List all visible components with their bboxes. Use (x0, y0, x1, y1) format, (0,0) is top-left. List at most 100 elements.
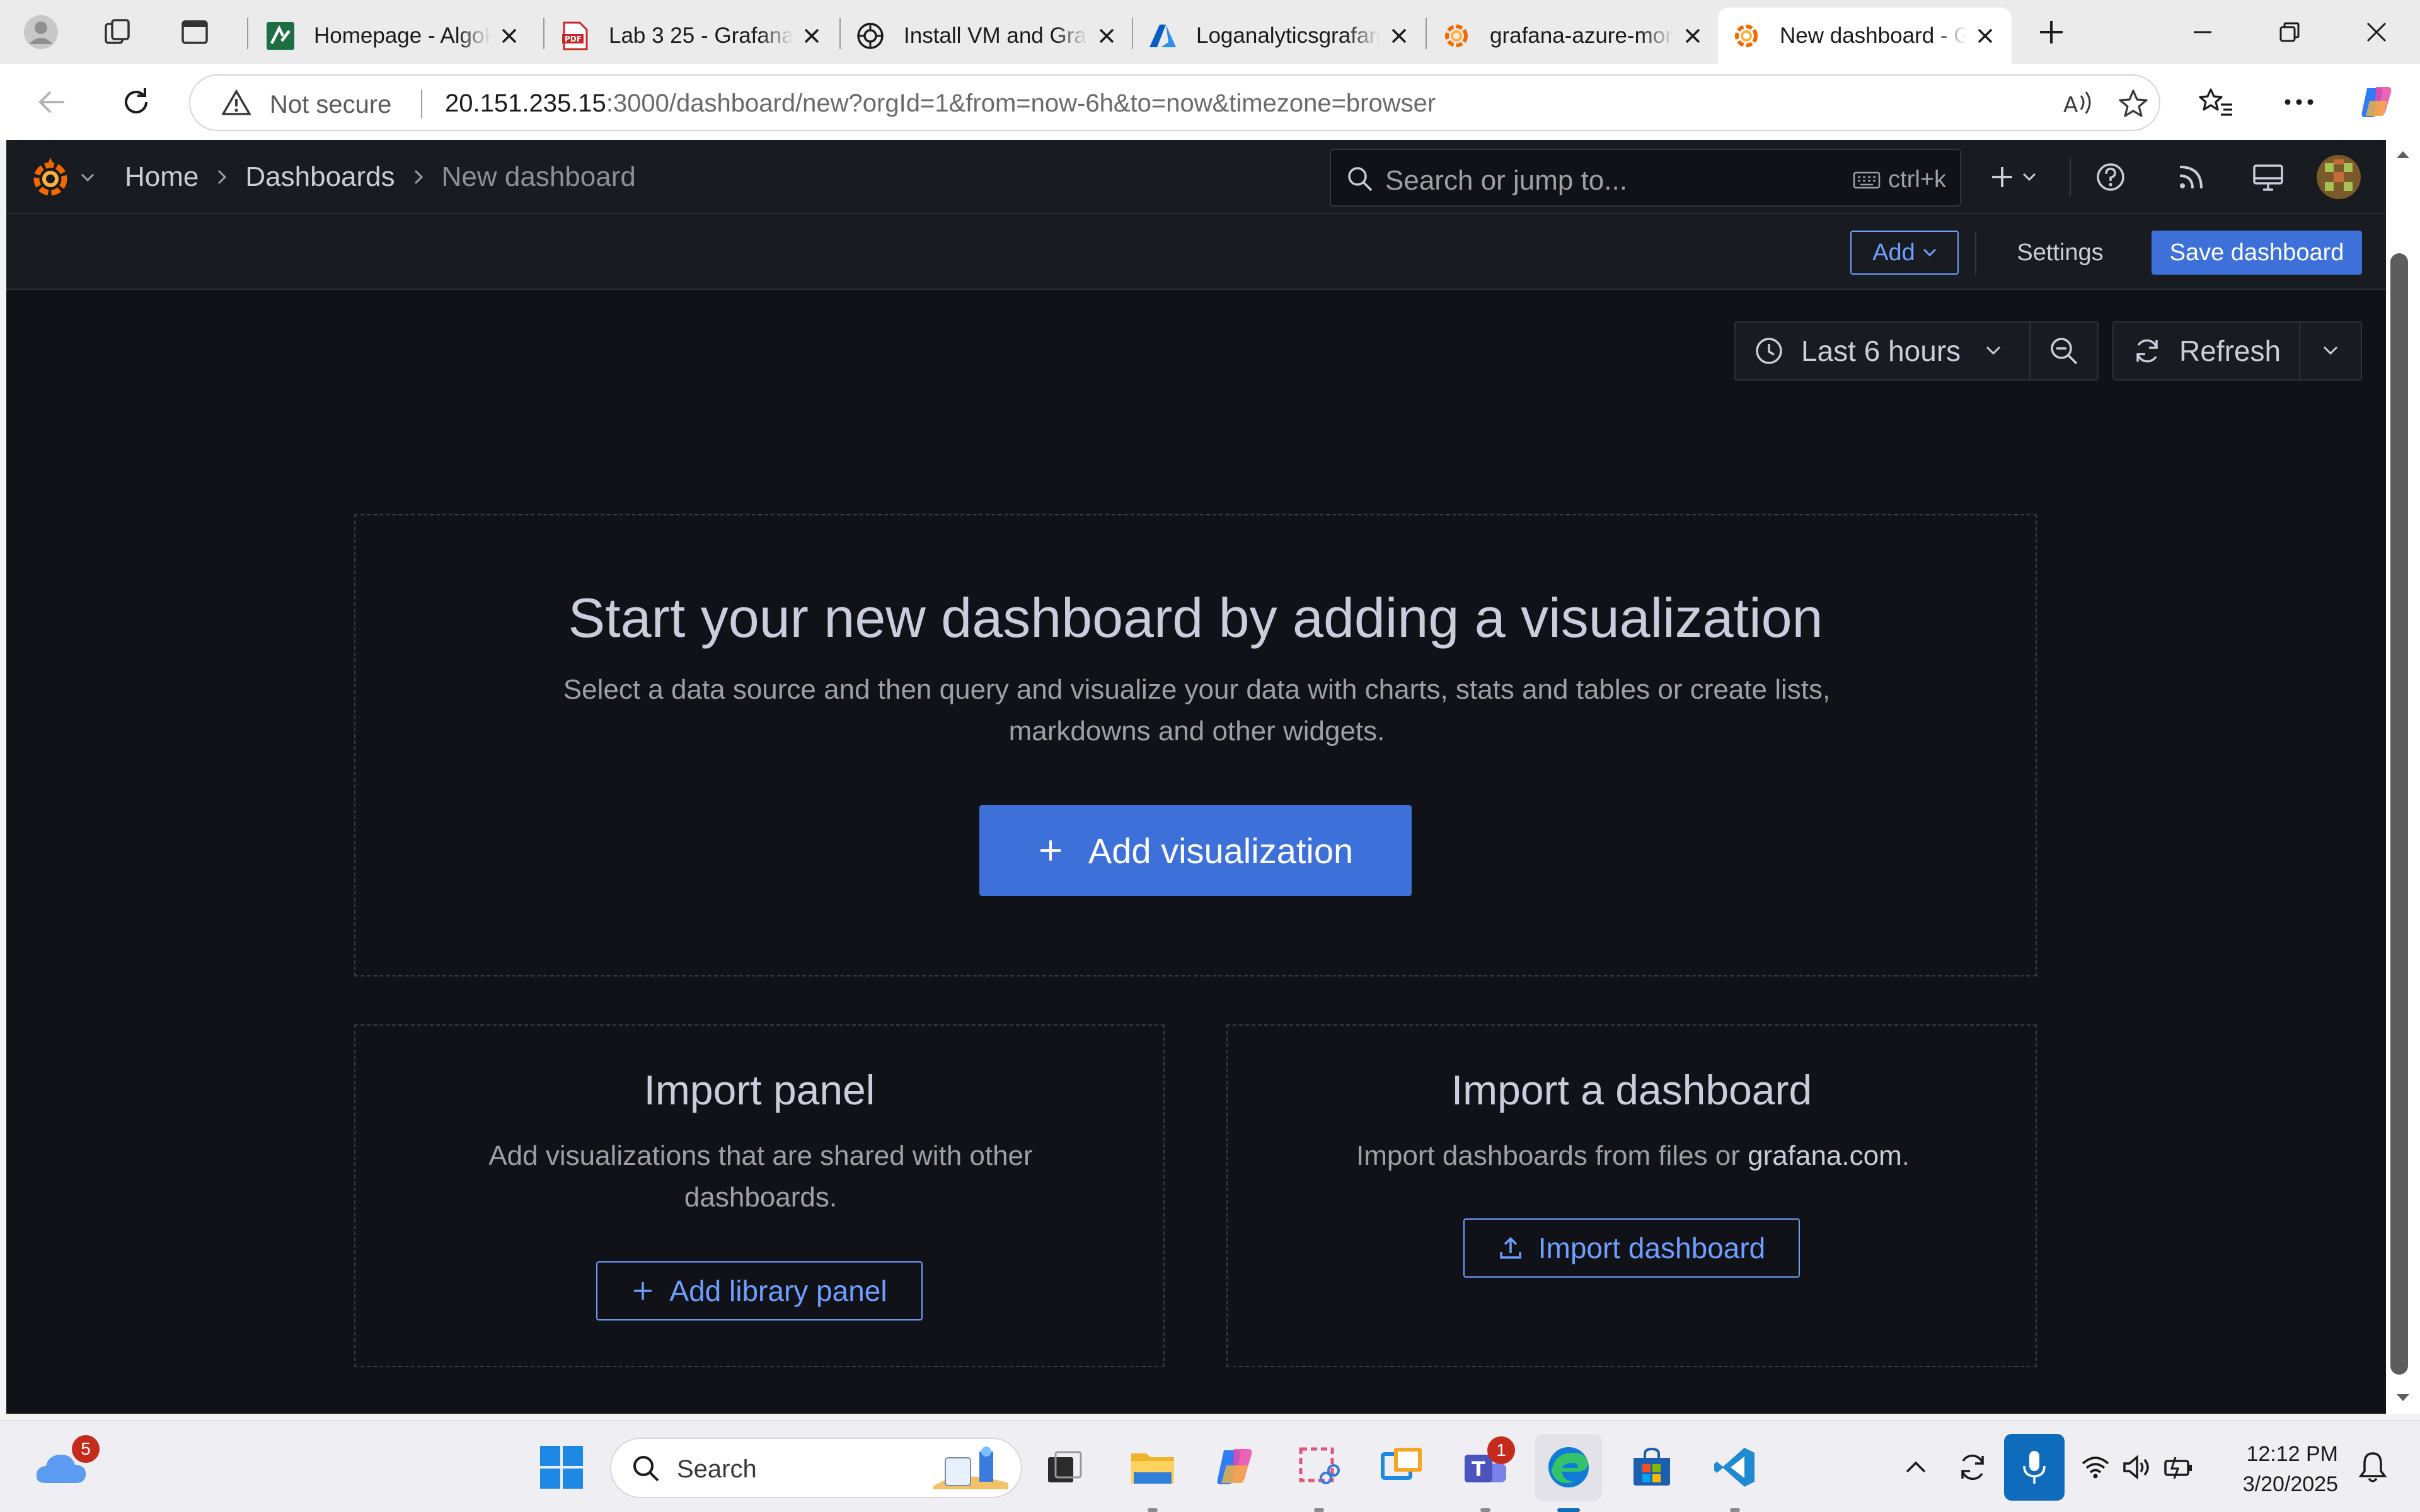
copilot-app-button[interactable] (1202, 1434, 1269, 1501)
snipping-tool-button[interactable] (1286, 1434, 1352, 1512)
teams-button[interactable]: T 1 (1452, 1434, 1519, 1512)
import-dashboard-button[interactable]: Import dashboard (1463, 1218, 1800, 1278)
close-tab-icon[interactable] (1386, 23, 1412, 49)
import-dashboard-description: Import dashboards from files or grafana.… (1356, 1140, 1910, 1171)
minimize-button[interactable] (2159, 0, 2246, 64)
scrollbar-thumb[interactable] (2390, 253, 2408, 1375)
task-view-button[interactable] (1031, 1434, 1098, 1501)
close-window-button[interactable] (2333, 0, 2420, 64)
help-button[interactable] (2090, 156, 2131, 198)
microsoft-store-button[interactable] (1618, 1434, 1685, 1501)
search-placeholder: Search or jump to... (1385, 165, 1627, 196)
search-shortcut: ctrl+k (1853, 166, 1946, 193)
back-button[interactable] (28, 78, 76, 126)
svg-text:PDF: PDF (565, 35, 582, 43)
read-aloud-icon[interactable]: A (2062, 89, 2094, 118)
weather-widget[interactable]: 5 (28, 1434, 100, 1501)
kiosk-mode-button[interactable] (2247, 156, 2289, 198)
weather-badge: 5 (72, 1435, 100, 1463)
restore-button[interactable] (2246, 0, 2333, 64)
plus-icon (1040, 840, 1061, 861)
add-library-panel-button[interactable]: Add library panel (596, 1261, 923, 1320)
algoexpert-icon (266, 21, 295, 50)
breadcrumb: Home Dashboards New dashboard (125, 161, 636, 193)
breadcrumb-current: New dashboard (441, 161, 636, 192)
tab-title: Lab 3 25 - Grafana (609, 23, 793, 48)
refresh-interval-dropdown[interactable] (2300, 321, 2362, 381)
wifi-status[interactable] (2073, 1434, 2118, 1501)
grafana-search-input[interactable]: Search or jump to... ctrl+k (1330, 149, 1961, 207)
tab-title: grafana-azure-monitoring (1490, 23, 1674, 48)
battery-status[interactable] (2157, 1434, 2201, 1501)
close-tab-icon[interactable] (497, 23, 522, 49)
url-text[interactable]: 20.151.235.15:3000/dashboard/new?orgId=1… (445, 89, 1436, 118)
vscode-button[interactable] (1702, 1434, 1768, 1512)
voice-access-button[interactable] (2004, 1434, 2065, 1501)
zoom-out-button[interactable] (2031, 321, 2099, 381)
time-range-picker[interactable]: Last 6 hours (1734, 321, 2031, 381)
grafana-com-link[interactable]: grafana.com (1748, 1140, 1902, 1171)
notifications-button[interactable] (2344, 1434, 2401, 1501)
taskbar-search-box[interactable]: Search (610, 1438, 1022, 1498)
volume-status[interactable] (2115, 1434, 2159, 1501)
close-tab-icon[interactable] (1973, 23, 1998, 49)
system-clock[interactable]: 12:12 PM 3/20/2025 (2225, 1439, 2338, 1499)
new-menu-button[interactable] (1978, 156, 2047, 198)
edge-browser-button[interactable] (1535, 1434, 1602, 1512)
grafana-app: Home Dashboards New dashboard Search or … (6, 140, 2386, 1414)
start-button[interactable] (528, 1434, 595, 1501)
favorite-star-icon[interactable] (2118, 88, 2149, 120)
help-icon (2097, 163, 2124, 191)
settings-button[interactable]: Settings (2004, 231, 2116, 275)
tab-install-vm[interactable]: Install VM and Grafana (842, 8, 1133, 64)
refresh-button[interactable]: Refresh (2112, 321, 2300, 381)
empty-dashboard-card: Start your new dashboard by adding a vis… (354, 514, 2037, 976)
search-icon (1348, 167, 1373, 192)
save-dashboard-button[interactable]: Save dashboard (2152, 231, 2362, 275)
profile-button[interactable] (18, 9, 64, 55)
scroll-down-icon[interactable] (2395, 1392, 2411, 1404)
clock-time: 12:12 PM (2246, 1442, 2338, 1466)
add-visualization-button[interactable]: Add visualization (979, 805, 1412, 896)
reload-button[interactable] (112, 78, 160, 126)
grafana-home-menu[interactable] (28, 155, 95, 200)
address-bar[interactable]: Not secure 20.151.235.15:3000/dashboard/… (189, 74, 2160, 131)
breadcrumb-dashboards[interactable]: Dashboards (245, 161, 395, 193)
tab-actions-button[interactable] (171, 9, 218, 55)
more-menu-button[interactable] (2275, 78, 2323, 126)
workspaces-button[interactable] (95, 9, 141, 55)
new-tab-button[interactable] (2028, 9, 2075, 55)
svg-text:A: A (2063, 93, 2078, 118)
more-dots-icon (2285, 99, 2313, 105)
breadcrumb-home[interactable]: Home (125, 161, 199, 193)
sync-status-button[interactable] (1947, 1434, 1998, 1501)
tab-title: New dashboard - Grafana (1780, 23, 1966, 48)
file-explorer-button[interactable] (1119, 1434, 1186, 1512)
tab-new-dashboard[interactable]: New dashboard - Grafana (1718, 8, 2012, 64)
warning-icon (222, 89, 251, 115)
close-tab-icon[interactable] (1094, 23, 1119, 49)
tab-loganalytics[interactable]: Loganalyticsgrafana (1134, 8, 1426, 64)
tab-grafana-azure[interactable]: grafana-azure-monitoring (1428, 8, 1719, 64)
copilot-button[interactable] (2353, 78, 2401, 126)
close-icon (2366, 22, 2387, 42)
remote-desktop-button[interactable] (1369, 1434, 1436, 1501)
taskbar-search-placeholder: Search (677, 1455, 757, 1483)
scroll-up-icon[interactable] (2395, 149, 2411, 160)
close-tab-icon[interactable] (1680, 23, 1705, 49)
monitor-icon (2253, 164, 2283, 191)
refresh-icon (2136, 339, 2158, 363)
windows-taskbar: 5 Search T 1 12:12 PM 3/20/2025 (0, 1420, 2420, 1512)
close-tab-icon[interactable] (799, 23, 824, 49)
user-avatar[interactable] (2315, 154, 2362, 200)
show-hidden-icons-button[interactable] (1891, 1434, 1941, 1501)
empty-state-title: Start your new dashboard by adding a vis… (568, 587, 1823, 649)
tab-algoexpert[interactable]: Homepage - AlgoExpert (252, 8, 536, 64)
security-label[interactable]: Not secure (270, 91, 391, 119)
grafana-icon (1442, 21, 1471, 50)
favorites-button[interactable] (2192, 78, 2240, 126)
add-menu-button[interactable]: Add (1850, 231, 1959, 275)
tab-lab-pdf[interactable]: PDF Lab 3 25 - Grafana (547, 8, 838, 64)
copilot-icon (2361, 87, 2392, 117)
news-button[interactable] (2170, 156, 2212, 198)
